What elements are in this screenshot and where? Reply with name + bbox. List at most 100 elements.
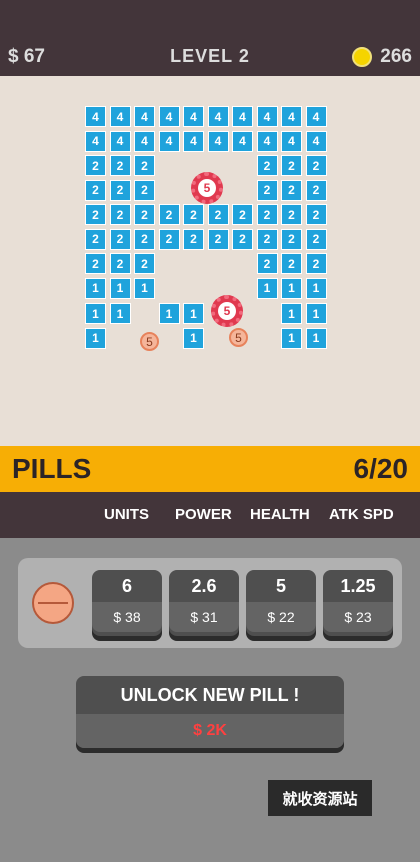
- brick: 2: [305, 253, 327, 274]
- upgrade-cost: $ 23: [323, 602, 393, 632]
- brick: 4: [158, 130, 180, 152]
- brick: 2: [232, 204, 253, 225]
- brick: 4: [109, 130, 131, 152]
- brick: 4: [305, 130, 327, 152]
- brick: 2: [305, 204, 327, 225]
- brick: 1: [305, 303, 327, 324]
- unlock-label: UNLOCK NEW PILL !: [120, 685, 300, 705]
- upgrade-value: 1.25: [340, 576, 376, 596]
- brick: 2: [305, 155, 327, 176]
- brick: 4: [232, 106, 253, 127]
- brick: 2: [183, 228, 204, 250]
- brick: 1: [183, 303, 204, 324]
- brick: 2: [305, 228, 327, 250]
- brick: 4: [281, 130, 302, 152]
- brick: 4: [109, 106, 131, 127]
- brick: 4: [85, 106, 106, 127]
- brick: 2: [256, 228, 278, 250]
- brick: 4: [134, 106, 155, 127]
- brick: 2: [85, 253, 106, 274]
- brick: 4: [183, 106, 204, 127]
- brick: 2: [207, 204, 229, 225]
- pill-upgrade-card: 6 $ 38 2.6 $ 31 5 $ 22 1.25 $ 23: [18, 558, 402, 648]
- coin-count: 266: [380, 46, 412, 67]
- coin-icon: [352, 47, 373, 67]
- brick: 1: [109, 277, 131, 299]
- brick: 2: [207, 228, 229, 250]
- upgrade-atk-spd-button[interactable]: 1.25 $ 23: [323, 570, 393, 636]
- brick: 1: [305, 327, 327, 349]
- upgrade-health-button[interactable]: 5 $ 22: [246, 570, 316, 636]
- coin-counter: 266: [352, 46, 412, 68]
- brick: 2: [109, 179, 131, 201]
- pills-count: 6/20: [353, 453, 409, 484]
- upgrade-cost: $ 22: [246, 602, 316, 632]
- virus-enemy: 5: [211, 295, 243, 327]
- stat-label-power: POWER: [175, 506, 232, 523]
- unlock-new-pill-button[interactable]: UNLOCK NEW PILL ! $ 2K: [76, 676, 344, 748]
- unlock-price: $ 2K: [76, 714, 344, 748]
- brick: 2: [109, 253, 131, 274]
- brick: 2: [256, 179, 278, 201]
- brick: 2: [256, 253, 278, 274]
- brick: 1: [281, 277, 302, 299]
- upgrade-value: 5: [275, 576, 286, 596]
- brick: 1: [85, 303, 106, 324]
- pill-icon: [32, 582, 74, 624]
- brick: 4: [207, 106, 229, 127]
- brick: 4: [207, 130, 229, 152]
- stat-label-health: HEALTH: [250, 506, 310, 523]
- upgrade-value: 6: [121, 576, 132, 596]
- brick: 2: [109, 228, 131, 250]
- virus-enemy: 5: [191, 172, 223, 204]
- brick: 4: [232, 130, 253, 152]
- brick: 2: [134, 204, 155, 225]
- brick: 2: [256, 204, 278, 225]
- stat-label-atk-spd: ATK SPD: [329, 506, 394, 523]
- brick: 2: [134, 179, 155, 201]
- brick: 2: [158, 204, 180, 225]
- brick: 4: [281, 106, 302, 127]
- brick: 2: [158, 228, 180, 250]
- brick: 2: [85, 155, 106, 176]
- upgrade-value: 2.6: [191, 576, 217, 596]
- brick: 4: [134, 130, 155, 152]
- pills-header: PILLS 6/20: [0, 446, 420, 492]
- brick: 1: [134, 277, 155, 299]
- brick: 2: [281, 204, 302, 225]
- brick: 4: [256, 106, 278, 127]
- upgrade-cost: $ 31: [169, 602, 239, 632]
- brick: 1: [256, 277, 278, 299]
- pills-title: PILLS: [12, 453, 92, 484]
- brick: 2: [85, 204, 106, 225]
- brick: 2: [134, 155, 155, 176]
- brick: 2: [85, 179, 106, 201]
- brick: 2: [281, 155, 302, 176]
- brick: 2: [85, 228, 106, 250]
- brick: 2: [281, 228, 302, 250]
- upgrade-units-button[interactable]: 6 $ 38: [92, 570, 162, 636]
- brick: 4: [183, 130, 204, 152]
- brick: 1: [305, 277, 327, 299]
- brick: 4: [158, 106, 180, 127]
- brick: 2: [109, 204, 131, 225]
- pill-ball: 5: [140, 332, 159, 351]
- upgrade-power-button[interactable]: 2.6 $ 31: [169, 570, 239, 636]
- brick: 1: [85, 327, 106, 349]
- brick: 2: [183, 204, 204, 225]
- pill-ball: 5: [229, 328, 248, 347]
- brick: 4: [256, 130, 278, 152]
- brick: 1: [109, 303, 131, 324]
- brick: 2: [134, 228, 155, 250]
- brick: 4: [305, 106, 327, 127]
- game-board[interactable]: 1111111111111111222222222222222222222222…: [0, 76, 420, 446]
- brick: 1: [158, 303, 180, 324]
- brick: 1: [281, 303, 302, 324]
- watermark-badge: 就收资源站: [268, 780, 372, 816]
- brick: 4: [85, 130, 106, 152]
- virus-hp: 5: [198, 179, 216, 197]
- brick: 2: [305, 179, 327, 201]
- brick: 1: [85, 277, 106, 299]
- brick: 1: [183, 327, 204, 349]
- brick: 2: [232, 228, 253, 250]
